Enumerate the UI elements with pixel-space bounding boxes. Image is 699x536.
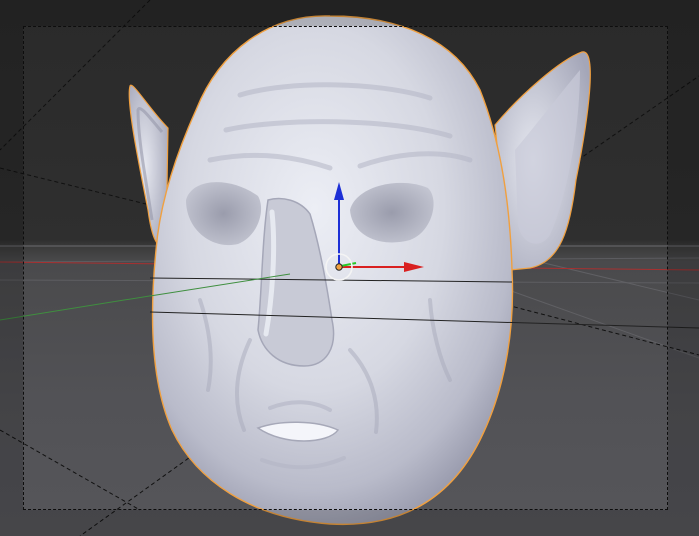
3d-viewport[interactable] — [0, 0, 699, 536]
camera-frame-icon — [23, 26, 668, 510]
camera-passepartout-bottom — [0, 510, 699, 536]
camera-passepartout-left — [0, 26, 23, 510]
camera-passepartout-top — [0, 0, 699, 26]
camera-passepartout-right — [668, 26, 699, 510]
